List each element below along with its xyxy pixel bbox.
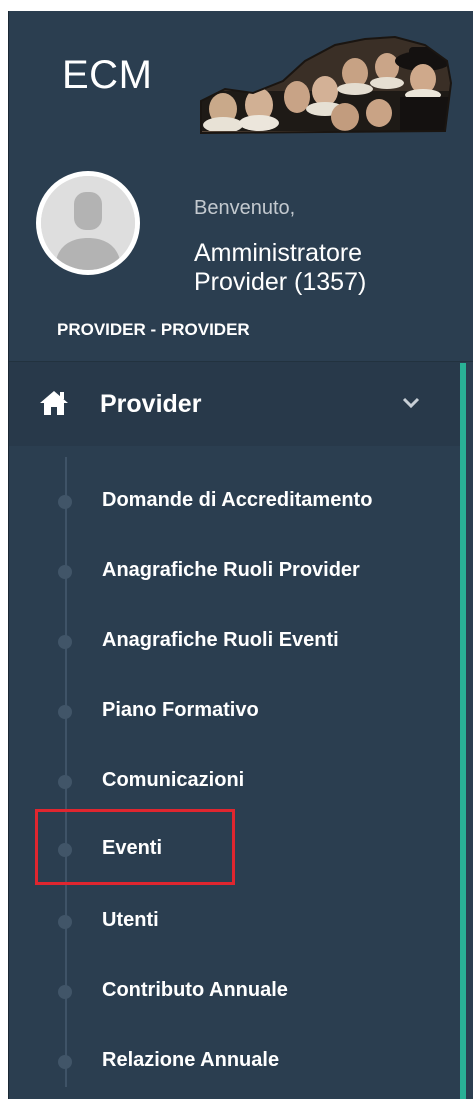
submenu-bullet	[58, 495, 72, 509]
active-menu-accent	[460, 363, 466, 1099]
user-avatar-icon	[41, 176, 135, 270]
avatar[interactable]	[36, 171, 140, 275]
submenu-item-domande-accreditamento[interactable]: Domande di Accreditamento	[9, 471, 460, 531]
window-edge	[0, 11, 9, 1099]
submenu-item-label: Relazione Annuale	[102, 1049, 280, 1071]
submenu-item-label: Contributo Annuale	[102, 979, 288, 1001]
submenu-bullet	[58, 705, 72, 719]
user-name: Amministratore Provider (1357)	[194, 239, 367, 296]
highlight-box-eventi	[35, 809, 235, 885]
submenu-item-label: Domande di Accreditamento	[102, 489, 373, 511]
user-role: PROVIDER - PROVIDER	[57, 320, 250, 339]
submenu-bullet	[58, 775, 72, 789]
submenu-item-label: Piano Formativo	[102, 699, 259, 721]
submenu-bullet	[58, 565, 72, 579]
submenu-item-label: Utenti	[102, 909, 159, 931]
submenu-item-piano-formativo[interactable]: Piano Formativo	[9, 681, 460, 741]
submenu-bullet	[58, 915, 72, 929]
home-icon	[40, 391, 68, 415]
submenu-item-comunicazioni[interactable]: Comunicazioni	[9, 751, 460, 811]
sidebar: ECM Benvenuto, Amministratore Provider (…	[9, 11, 473, 1099]
menu-section-provider[interactable]: Provider	[9, 362, 460, 446]
submenu-bullet	[58, 635, 72, 649]
portrait-painting-logo	[200, 35, 453, 135]
chevron-down-icon[interactable]	[402, 396, 420, 410]
submenu-item-contributo-annuale[interactable]: Contributo Annuale	[9, 961, 460, 1021]
brand-title[interactable]: ECM	[62, 53, 152, 98]
submenu-item-anagrafiche-ruoli-eventi[interactable]: Anagrafiche Ruoli Eventi	[9, 611, 460, 671]
submenu-bullet	[58, 1055, 72, 1069]
submenu-item-anagrafiche-ruoli-provider[interactable]: Anagrafiche Ruoli Provider	[9, 541, 460, 601]
submenu-item-relazione-annuale[interactable]: Relazione Annuale	[9, 1031, 460, 1091]
welcome-text: Benvenuto,	[194, 197, 296, 219]
submenu-item-label: Anagrafiche Ruoli Eventi	[102, 629, 339, 651]
submenu-bullet	[58, 985, 72, 999]
submenu-item-label: Comunicazioni	[102, 769, 245, 791]
submenu-item-utenti[interactable]: Utenti	[9, 891, 460, 951]
menu-section-title: Provider	[100, 390, 202, 418]
submenu-item-label: Anagrafiche Ruoli Provider	[102, 559, 360, 581]
